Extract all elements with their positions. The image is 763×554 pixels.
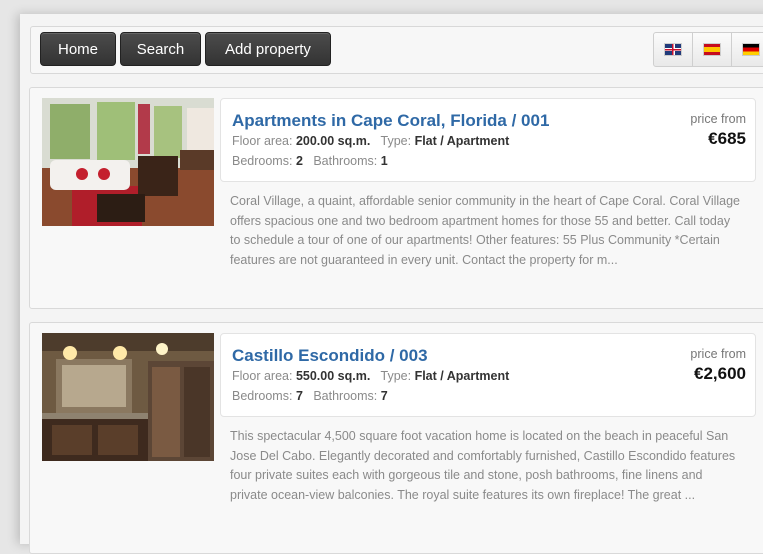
language-spanish-button[interactable] xyxy=(693,33,732,66)
listing-rooms: Bedrooms: 7 Bathrooms: 7 xyxy=(232,389,388,403)
language-english-button[interactable] xyxy=(654,33,693,66)
listing-title[interactable]: Castillo Escondido / 003 xyxy=(232,346,428,366)
home-button[interactable]: Home xyxy=(40,32,116,66)
main-panel: Home Search Add property Apartments in C… xyxy=(20,14,763,554)
type-value: Flat / Apartment xyxy=(414,134,510,148)
price-value: €685 xyxy=(708,129,746,148)
uk-flag-icon xyxy=(665,44,681,55)
listing-area-type: Floor area: 550.00 sq.m. Type: Flat / Ap… xyxy=(232,369,509,383)
bathrooms-label: Bathrooms: xyxy=(313,154,378,168)
bedrooms-label: Bedrooms: xyxy=(232,389,293,403)
listing-area-type: Floor area: 200.00 sq.m. Type: Flat / Ap… xyxy=(232,134,509,148)
bathrooms-value: 1 xyxy=(380,154,388,168)
price-label: price from xyxy=(690,112,746,126)
listing-card: Apartments in Cape Coral, Florida / 001 … xyxy=(29,87,763,309)
bedrooms-label: Bedrooms: xyxy=(232,154,293,168)
listing-description: This spectacular 4,500 square foot vacat… xyxy=(230,429,736,502)
price-label: price from xyxy=(690,347,746,361)
bathrooms-value: 7 xyxy=(380,389,388,403)
listing-summary: Castillo Escondido / 003 Floor area: 550… xyxy=(220,333,756,417)
toolbar: Home Search Add property xyxy=(30,26,763,74)
floor-area-label: Floor area: xyxy=(232,369,293,383)
listing-card: Castillo Escondido / 003 Floor area: 550… xyxy=(29,322,763,554)
search-button[interactable]: Search xyxy=(120,32,201,66)
add-property-button[interactable]: Add property xyxy=(205,32,331,66)
listing-photo[interactable] xyxy=(42,333,214,461)
listing-title[interactable]: Apartments in Cape Coral, Florida / 001 xyxy=(232,111,549,131)
type-label: Type: xyxy=(380,369,412,383)
floor-area-label: Floor area: xyxy=(232,134,293,148)
listing-summary: Apartments in Cape Coral, Florida / 001 … xyxy=(220,98,756,182)
type-value: Flat / Apartment xyxy=(414,369,510,383)
floor-area-value: 550.00 sq.m. xyxy=(295,369,371,383)
bedrooms-value: 2 xyxy=(295,154,303,168)
germany-flag-icon xyxy=(743,44,759,55)
language-german-button[interactable] xyxy=(732,33,763,66)
price-value: €2,600 xyxy=(694,364,746,383)
language-switcher xyxy=(653,32,763,67)
listing-photo[interactable] xyxy=(42,98,214,226)
floor-area-value: 200.00 sq.m. xyxy=(295,134,371,148)
bathrooms-label: Bathrooms: xyxy=(313,389,378,403)
bedrooms-value: 7 xyxy=(295,389,303,403)
listing-rooms: Bedrooms: 2 Bathrooms: 1 xyxy=(232,154,388,168)
listing-description: Coral Village, a quaint, affordable seni… xyxy=(230,194,741,267)
type-label: Type: xyxy=(380,134,412,148)
spain-flag-icon xyxy=(704,44,720,55)
